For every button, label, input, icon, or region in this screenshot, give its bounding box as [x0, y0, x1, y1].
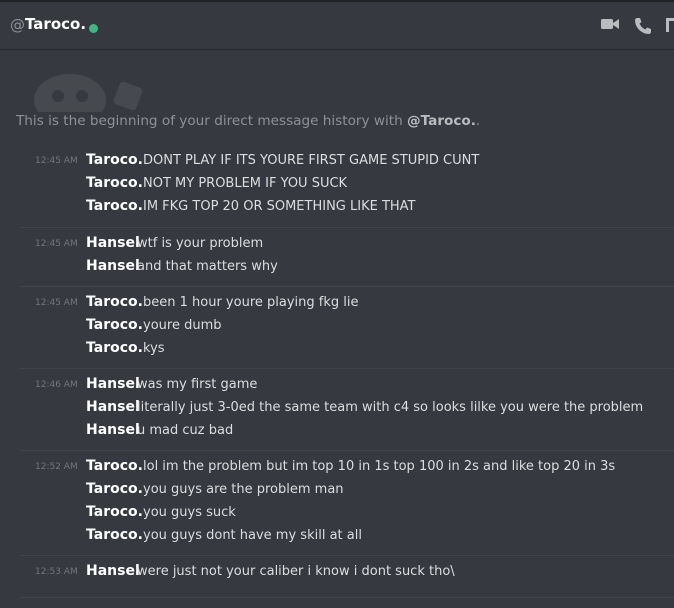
- message-group: 12:45 AM Hansel wtf is your problem Hans…: [20, 232, 674, 287]
- intro-suffix: .: [475, 113, 481, 129]
- message-author[interactable]: Hansel: [86, 399, 140, 415]
- message-text: and that matters why: [137, 259, 278, 274]
- message-text: you guys dont have my skill at all: [143, 528, 362, 543]
- message-author[interactable]: Taroco.: [86, 504, 143, 520]
- message-author[interactable]: Hansel: [86, 563, 140, 579]
- message-timestamp: 12:45 AM: [35, 298, 78, 308]
- message-author[interactable]: Taroco.: [86, 294, 143, 310]
- message-author[interactable]: Taroco.: [86, 152, 143, 168]
- message-text: was my first game: [137, 377, 258, 392]
- message-author[interactable]: Hansel: [86, 376, 140, 392]
- message-group: 12:46 AM Hansel was my first game Hansel…: [20, 373, 674, 451]
- phone-call-icon[interactable]: [633, 16, 653, 40]
- message-group: 12:45 AM Taroco. DONT PLAY IF ITS YOURE …: [20, 150, 674, 228]
- message-author[interactable]: Taroco.: [86, 481, 143, 497]
- message-text: were just not your caliber i know i dont…: [137, 564, 455, 579]
- message-timestamp: 12:53 AM: [35, 567, 78, 577]
- message-text: kys: [143, 341, 165, 356]
- message-text: youre dumb: [143, 318, 222, 333]
- message-author[interactable]: Taroco.: [86, 527, 143, 543]
- message-text: literally just 3-0ed the same team with …: [137, 400, 644, 415]
- message-author[interactable]: Hansel: [86, 422, 140, 438]
- at-symbol: @: [10, 16, 25, 34]
- message-author[interactable]: Hansel: [86, 258, 140, 274]
- online-status-dot: [89, 24, 98, 33]
- message-author[interactable]: Taroco.: [86, 175, 143, 191]
- message-author[interactable]: Taroco.: [86, 198, 143, 214]
- intro-prefix: This is the beginning of your direct mes…: [16, 113, 408, 129]
- message-timestamp: 12:45 AM: [35, 156, 78, 166]
- pin-icon[interactable]: [666, 16, 674, 40]
- message-text: DONT PLAY IF ITS YOURE FIRST GAME STUPID…: [143, 153, 480, 168]
- channel-title[interactable]: Taroco.: [25, 15, 86, 33]
- message-timestamp: 12:52 AM: [35, 462, 78, 472]
- discord-watermark-icon: [30, 62, 150, 126]
- message-text: you guys are the problem man: [143, 482, 344, 497]
- message-author[interactable]: Hansel: [86, 235, 140, 251]
- message-group: 12:52 AM Taroco. lol im the problem but …: [20, 455, 674, 556]
- message-text: wtf is your problem: [137, 236, 264, 251]
- message-text: NOT MY PROBLEM IF YOU SUCK: [143, 176, 348, 191]
- message-text: IM FKG TOP 20 OR SOMETHING LIKE THAT: [143, 199, 416, 214]
- dm-history-intro: This is the beginning of your direct mes…: [16, 113, 480, 129]
- message-author[interactable]: Taroco.: [86, 458, 143, 474]
- message-timestamp: 12:45 AM: [35, 239, 78, 249]
- video-call-icon[interactable]: [600, 16, 620, 36]
- dm-header: @ Taroco.: [0, 0, 674, 50]
- message-author[interactable]: Taroco.: [86, 317, 143, 333]
- message-group: 12:45 AM Taroco. been 1 hour youre playi…: [20, 291, 674, 369]
- intro-username: @Taroco.: [407, 113, 476, 129]
- message-timestamp: 12:46 AM: [35, 380, 78, 390]
- message-text: been 1 hour youre playing fkg lie: [143, 295, 359, 310]
- message-text: you guys suck: [143, 505, 236, 520]
- message-text: u mad cuz bad: [137, 423, 234, 438]
- message-author[interactable]: Taroco.: [86, 340, 143, 356]
- message-group: 12:53 AM Hansel were just not your calib…: [20, 560, 674, 598]
- message-text: lol im the problem but im top 10 in 1s t…: [143, 459, 616, 474]
